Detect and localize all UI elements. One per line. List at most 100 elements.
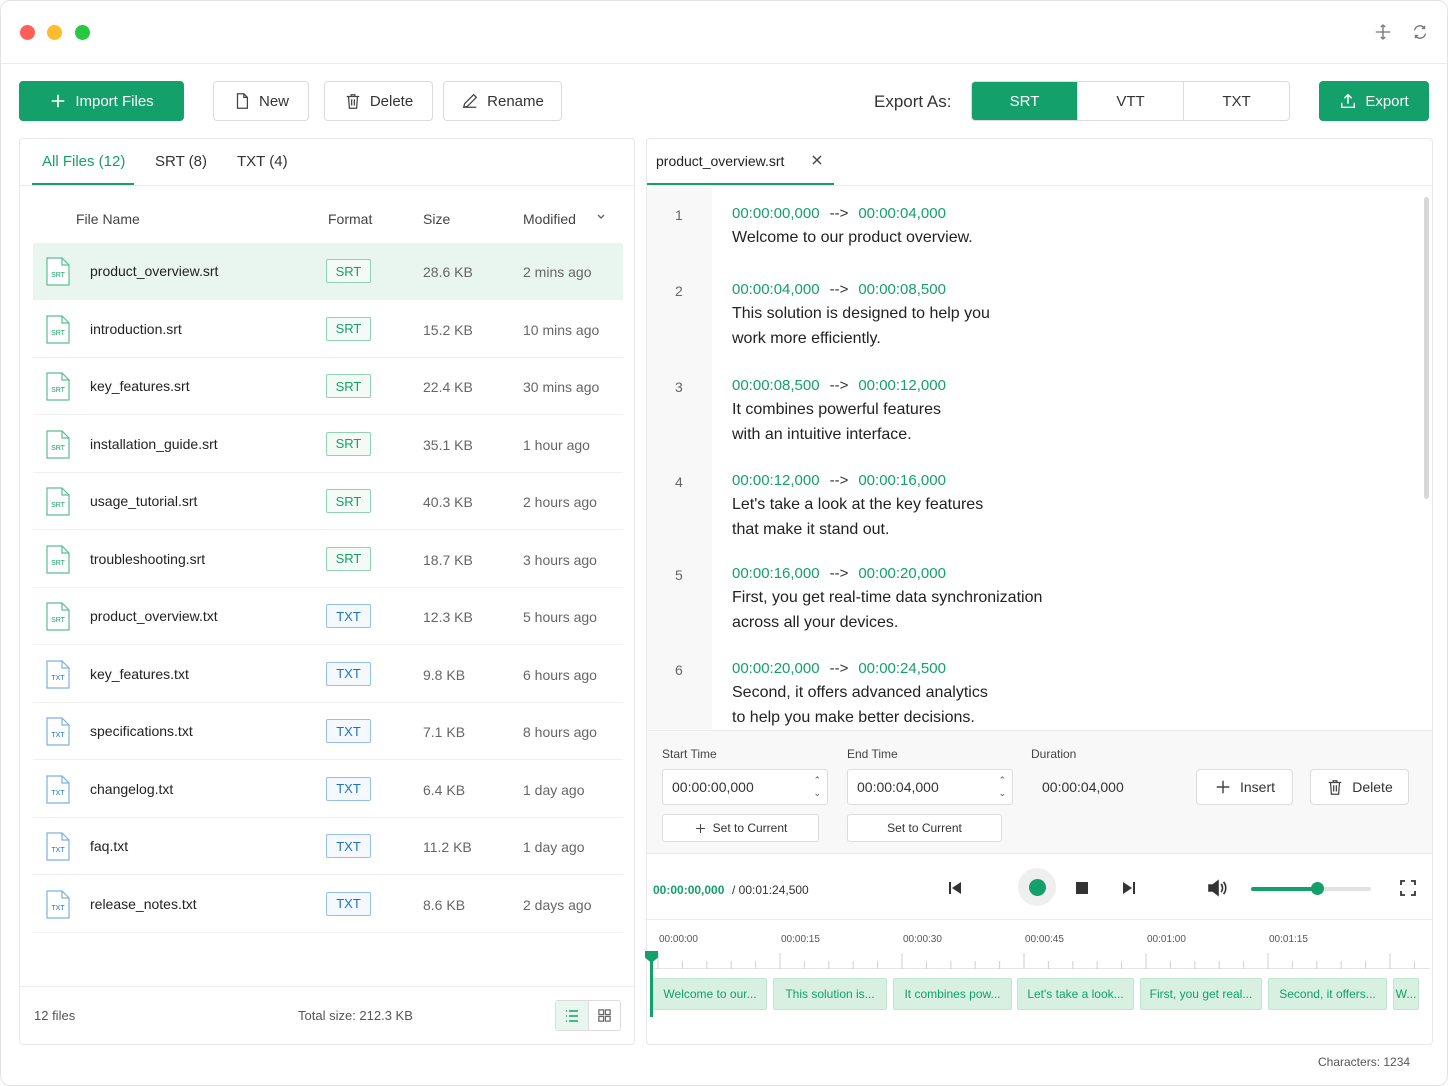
format-badge: TXT xyxy=(326,891,371,916)
set-end-to-current-button[interactable]: Set to Current xyxy=(847,814,1002,842)
table-row[interactable]: TXT specifications.txt TXT 7.1 KB 8 hours ag… xyxy=(33,703,623,760)
timeline-subtitle-chip[interactable]: Second, it offers... xyxy=(1268,978,1387,1010)
set-start-to-current-button[interactable]: Set to Current xyxy=(662,814,819,842)
subtitle-text-line[interactable]: It combines powerful features xyxy=(732,397,941,423)
file-modified: 3 hours ago xyxy=(523,551,597,568)
file-modified: 1 day ago xyxy=(523,781,585,798)
close-window-button[interactable] xyxy=(20,25,35,40)
minimize-window-button[interactable] xyxy=(47,25,62,40)
refresh-icon[interactable] xyxy=(1411,23,1429,41)
format-txt-option[interactable]: TXT xyxy=(1184,82,1289,120)
close-tab-icon[interactable] xyxy=(811,153,823,171)
file-size: 6.4 KB xyxy=(423,781,466,798)
table-row[interactable]: TXT changelog.txt TXT 6.4 KB 1 day ago xyxy=(33,761,623,818)
subtitle-text-line[interactable]: work more efficiently. xyxy=(732,326,881,352)
tab-all-files[interactable]: All Files (12) xyxy=(42,153,125,170)
tab-txt-files[interactable]: TXT (4) xyxy=(237,153,288,170)
editor-scrollbar[interactable] xyxy=(1424,197,1429,499)
subtitle-text-line[interactable]: First, you get real-time data synchroniz… xyxy=(732,585,1042,611)
table-row[interactable]: SRT troubleshooting.srt SRT 18.7 KB 3 hours … xyxy=(33,531,623,588)
subtitle-entry[interactable]: 4 00:00:12,000 --> 00:00:16,000 Let's take a… xyxy=(647,472,1427,562)
skip-back-icon[interactable] xyxy=(948,881,962,900)
tab-srt-files[interactable]: SRT (8) xyxy=(155,153,207,170)
file-name: specifications.txt xyxy=(90,723,193,739)
table-row[interactable]: SRT key_features.srt SRT 22.4 KB 30 mins ago xyxy=(33,358,623,415)
end-time-field[interactable]: 00:00:04,000 ⌃ ⌄ xyxy=(847,769,1013,805)
subtitle-entry[interactable]: 3 00:00:08,500 --> 00:00:12,000 It combines … xyxy=(647,377,1427,467)
move-icon[interactable] xyxy=(1374,23,1392,41)
subtitle-text-line[interactable]: that make it stand out. xyxy=(732,517,889,543)
subtitle-entry[interactable]: 6 00:00:20,000 --> 00:00:24,500 Second, it o… xyxy=(647,660,1427,729)
file-name: key_features.txt xyxy=(90,665,189,682)
start-time-stepper[interactable]: ⌃ ⌄ xyxy=(813,774,821,800)
subtitle-text-line[interactable]: to help you make better decisions. xyxy=(732,705,975,729)
subtitle-text-line[interactable]: across all your devices. xyxy=(732,610,898,636)
subtitle-text-line[interactable]: Let's take a look at the key features xyxy=(732,492,983,518)
timeline-subtitle-chip[interactable]: This solution is... xyxy=(773,978,887,1010)
table-row[interactable]: TXT key_features.txt TXT 9.8 KB 6 hours ago xyxy=(33,646,623,703)
file-icon: SRT xyxy=(46,602,70,631)
table-row[interactable]: SRT usage_tutorial.srt SRT 40.3 KB 2 hours a… xyxy=(33,473,623,530)
new-button[interactable]: New xyxy=(213,81,309,121)
subtitle-timecode[interactable]: 00:00:00,000 --> 00:00:04,000 xyxy=(732,205,946,222)
timeline-subtitle-chip[interactable]: It combines pow... xyxy=(893,978,1012,1010)
column-size[interactable]: Size xyxy=(423,211,450,227)
format-srt-option[interactable]: SRT xyxy=(972,82,1078,120)
timeline-subtitle-chip[interactable]: W... xyxy=(1393,978,1419,1010)
delete-button[interactable]: Delete xyxy=(324,81,433,121)
table-row[interactable]: SRT installation_guide.srt SRT 35.1 KB 1 hou… xyxy=(33,416,623,473)
subtitle-timecode[interactable]: 00:00:16,000 --> 00:00:20,000 xyxy=(732,565,946,582)
subtitle-text-line[interactable]: Second, it offers advanced analytics xyxy=(732,680,988,706)
table-row[interactable]: SRT product_overview.srt SRT 28.6 KB 2 mins … xyxy=(33,243,623,300)
maximize-window-button[interactable] xyxy=(75,25,90,40)
table-row[interactable]: SRT introduction.srt SRT 15.2 KB 10 mins ago xyxy=(33,301,623,358)
record-button[interactable] xyxy=(1018,868,1056,906)
subtitle-timecode[interactable]: 00:00:20,000 --> 00:00:24,500 xyxy=(732,660,946,677)
subtitle-timecode[interactable]: 00:00:04,000 --> 00:00:08,500 xyxy=(732,281,946,298)
timeline-subtitle-chip[interactable]: Let's take a look... xyxy=(1017,978,1134,1010)
subtitle-entry[interactable]: 2 00:00:04,000 --> 00:00:08,500 This solutio… xyxy=(647,281,1427,371)
volume-knob[interactable] xyxy=(1311,882,1324,895)
sort-chevron-down-icon[interactable] xyxy=(595,209,607,225)
fullscreen-icon[interactable] xyxy=(1400,880,1416,901)
file-modified: 5 hours ago xyxy=(523,609,597,625)
subtitle-text-line[interactable]: Welcome to our product overview. xyxy=(732,225,973,251)
export-as-label: Export As: xyxy=(874,92,952,111)
column-file-name[interactable]: File Name xyxy=(76,211,140,227)
subtitle-entry[interactable]: 5 00:00:16,000 --> 00:00:20,000 First, you g… xyxy=(647,565,1427,655)
file-icon-label: SRT xyxy=(51,502,66,509)
grid-icon xyxy=(598,1009,611,1022)
subtitle-timecode[interactable]: 00:00:12,000 --> 00:00:16,000 xyxy=(732,472,946,489)
format-vtt-option[interactable]: VTT xyxy=(1078,82,1184,120)
new-label: New xyxy=(258,92,289,110)
timeline-subtitle-chip[interactable]: First, you get real... xyxy=(1140,978,1262,1010)
volume-slider[interactable] xyxy=(1251,882,1371,895)
start-time-field[interactable]: 00:00:00,000 ⌃ ⌄ xyxy=(662,769,828,805)
stop-icon[interactable] xyxy=(1075,881,1089,900)
editor-file-tab[interactable]: product_overview.srt xyxy=(656,153,784,169)
column-modified[interactable]: Modified xyxy=(523,211,576,227)
timeline-tick-label: 00:00:15 xyxy=(781,934,820,945)
export-button[interactable]: Export xyxy=(1319,81,1429,121)
subtitle-start: 00:00:04,000 xyxy=(732,281,820,298)
delete-subtitle-button[interactable]: Delete xyxy=(1310,769,1409,805)
upload-icon xyxy=(1341,93,1356,109)
list-view-button[interactable] xyxy=(556,1001,589,1030)
timeline-subtitle-chip[interactable]: Welcome to our... xyxy=(653,978,767,1010)
subtitle-text-line[interactable]: with an intuitive interface. xyxy=(732,422,912,448)
grid-view-button[interactable] xyxy=(589,1001,621,1030)
volume-icon[interactable] xyxy=(1207,879,1227,902)
table-row[interactable]: TXT release_notes.txt TXT 8.6 KB 2 days ago xyxy=(33,876,623,933)
export-label: Export xyxy=(1365,92,1409,110)
skip-forward-icon[interactable] xyxy=(1122,881,1136,900)
insert-button[interactable]: Insert xyxy=(1196,769,1293,805)
table-row[interactable]: SRT product_overview.txt TXT 12.3 KB 5 hours… xyxy=(33,588,623,645)
subtitle-text-line[interactable]: This solution is designed to help you xyxy=(732,301,990,327)
subtitle-timecode[interactable]: 00:00:08,500 --> 00:00:12,000 xyxy=(732,377,946,394)
end-time-stepper[interactable]: ⌃ ⌄ xyxy=(998,774,1006,800)
rename-button[interactable]: Rename xyxy=(443,81,562,121)
column-format[interactable]: Format xyxy=(328,211,372,227)
delete-label: Delete xyxy=(369,92,414,110)
import-files-button[interactable]: Import Files xyxy=(19,81,184,121)
table-row[interactable]: TXT faq.txt TXT 11.2 KB 1 day ago xyxy=(33,818,623,875)
